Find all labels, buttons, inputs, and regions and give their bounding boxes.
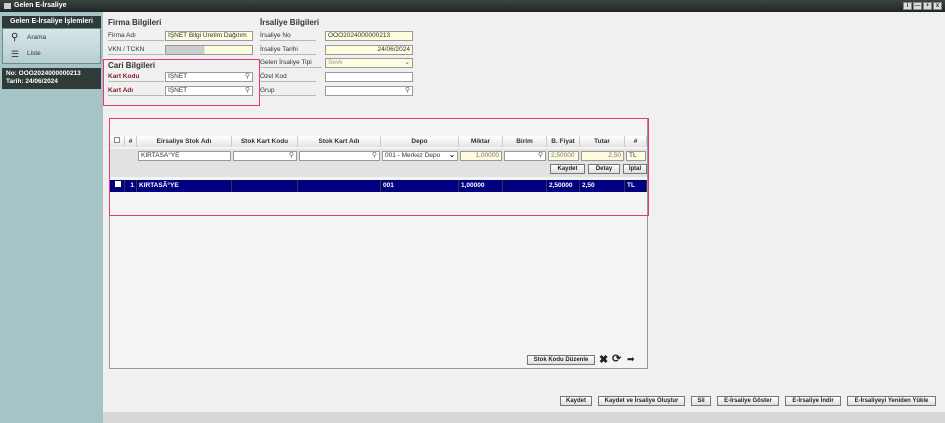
ozel-kod-field[interactable] [325, 72, 413, 82]
kart-kodu-value: İŞNET [168, 73, 188, 80]
transfer-icon[interactable]: ➡ [627, 354, 635, 365]
irsaliye-tipi-select[interactable]: Sevk ⌄ [325, 58, 413, 68]
kart-adi-value: İŞNET [168, 87, 188, 94]
vkn-label: VKN / TCKN [108, 45, 164, 55]
e-irsaliye-indir-button[interactable]: E-İrsaliye İndir [785, 396, 841, 406]
irsaliye-tipi-value: Sevk [328, 59, 343, 66]
search-icon: ⚲ [11, 32, 19, 43]
stok-kodu-duzenle-button[interactable]: Stok Kodu Düzenle [527, 355, 595, 365]
chevron-down-icon: ⌄ [404, 59, 410, 66]
firma-section-title: Firma Bilgileri [108, 18, 162, 27]
list-icon: ☰ [11, 49, 20, 59]
close-button[interactable]: x [933, 2, 942, 10]
delete-icon[interactable]: ✖ [599, 353, 608, 366]
e-irsaliye-yeniden-yukle-button[interactable]: E-İrsaliyeyi Yeniden Yükle [847, 396, 936, 406]
window-titlebar: Gelen E-İrsaliye i — + x [0, 0, 945, 12]
document-info: No: OOO2024000000213 Tarih: 24/06/2024 [2, 68, 101, 89]
sidebar-menu: ⚲ Arama ☰ Liste [2, 28, 101, 64]
kaydet-button[interactable]: Kaydet [560, 396, 592, 406]
irsaliye-no-field[interactable]: OOO2024000000213 [325, 31, 413, 41]
kart-adi-label: Kart Adı [108, 86, 164, 96]
app-icon [4, 3, 11, 9]
cari-section-title: Cari Bilgileri [108, 61, 156, 70]
grup-label: Grup [260, 86, 316, 96]
grup-field[interactable]: ⚲ [325, 86, 413, 96]
search-icon[interactable]: ⚲ [245, 73, 250, 81]
document-date: Tarih: 24/06/2024 [6, 78, 58, 85]
sidebar-item-arama[interactable]: ⚲ Arama [11, 32, 46, 44]
vkn-field[interactable] [165, 45, 253, 55]
firma-adi-field[interactable]: İŞNET Bilgi Üretim Dağıtım [165, 31, 253, 41]
irsaliye-no-label: İrsaliye No [260, 31, 316, 41]
irsaliye-tarihi-label: İrsaliye Tarihi [260, 45, 316, 55]
minimize-button[interactable]: — [913, 2, 922, 10]
kaydet-ve-irsaliye-olustur-button[interactable]: Kaydet ve İrsaliye Oluştur [598, 396, 685, 406]
kart-kodu-label: Kart Kodu [108, 72, 164, 82]
document-number: No: OOO2024000000213 [6, 70, 81, 77]
kart-kodu-field[interactable]: İŞNET ⚲ [165, 72, 253, 82]
sidebar-header: Gelen E-İrsaliye İşlemleri [2, 16, 101, 28]
sidebar-item-label: Arama [27, 34, 47, 41]
irsaliye-tipi-label: Gelen İrsaliye Tipi [260, 58, 322, 68]
search-icon[interactable]: ⚲ [405, 87, 410, 95]
irsaliye-section-title: İrsaliye Bilgileri [260, 18, 320, 27]
sidebar-item-liste[interactable]: ☰ Liste [11, 48, 41, 60]
maximize-button[interactable]: + [923, 2, 932, 10]
search-icon[interactable]: ⚲ [245, 87, 250, 95]
firma-adi-label: Firma Adı [108, 31, 164, 41]
ozel-kod-label: Özel Kod [260, 72, 316, 82]
window-title: Gelen E-İrsaliye [14, 2, 67, 9]
refresh-icon[interactable]: ⟳ [612, 352, 621, 365]
sidebar: Gelen E-İrsaliye İşlemleri ⚲ Arama ☰ Liste… [0, 12, 103, 423]
status-bar [103, 412, 945, 423]
grid-highlight [109, 118, 649, 216]
sidebar-item-label: Liste [27, 50, 41, 57]
sil-button[interactable]: Sil [691, 396, 711, 406]
irsaliye-tarihi-field[interactable]: 24/06/2024 [325, 45, 413, 55]
kart-adi-field[interactable]: İŞNET ⚲ [165, 86, 253, 96]
e-irsaliye-goster-button[interactable]: E-İrsaliye Göster [717, 396, 779, 406]
info-button[interactable]: i [903, 2, 912, 10]
